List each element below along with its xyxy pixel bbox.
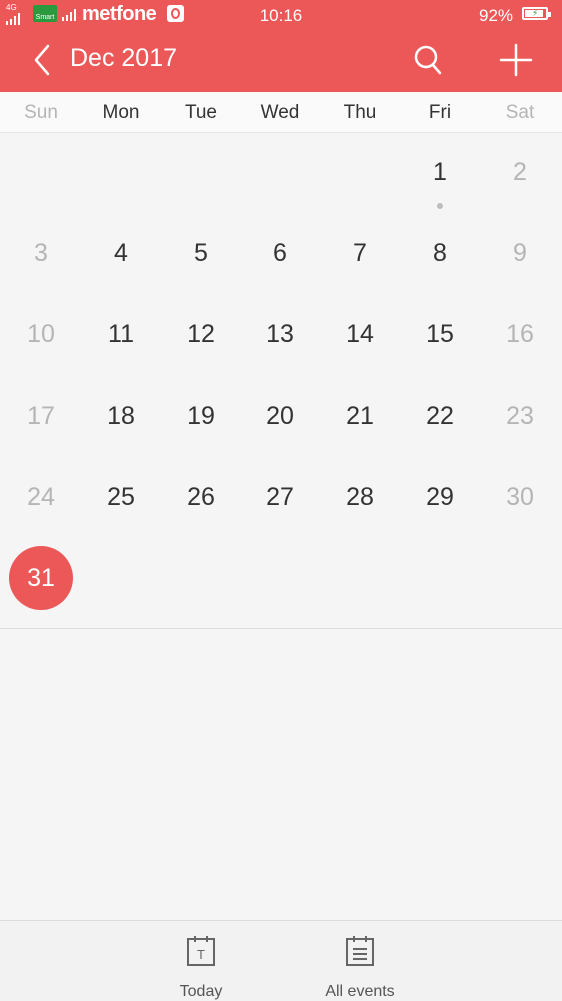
day-cell[interactable]: 19 [169,384,233,448]
search-icon [414,45,442,75]
day-cell-today[interactable]: 31 [9,546,73,610]
weekday-thu: Thu [343,102,377,123]
all-events-label: All events [325,983,395,1000]
weekday-sun: Sun [24,102,58,123]
add-event-button[interactable] [496,40,536,80]
day-cell[interactable]: 24 [9,465,73,529]
day-cell[interactable]: 22 [408,384,472,448]
app-header: Dec 2017 [0,28,562,92]
bottom-nav: T Today All events [0,920,562,1001]
day-cell[interactable]: 11 [89,302,153,366]
day-cell[interactable]: 15 [408,302,472,366]
battery-percent: 92% [479,6,514,25]
grid-divider [0,628,562,629]
today-icon-letter: T [197,947,205,962]
day-cell[interactable]: 20 [248,384,312,448]
back-button[interactable] [26,42,60,78]
day-cell[interactable]: 16 [488,302,552,366]
event-list-icon [346,936,374,966]
chevron-left-icon [34,44,50,76]
day-cell[interactable]: 30 [488,465,552,529]
status-bar: 4G Smart metfone 10:16 92% ⚡ [0,0,562,28]
day-cell[interactable]: 25 [89,465,153,529]
search-button[interactable] [409,40,445,80]
day-cell[interactable]: 10 [9,302,73,366]
top-bar: 4G Smart metfone 10:16 92% ⚡ Dec 2017 [0,0,562,92]
day-cell[interactable]: 17 [9,384,73,448]
today-label: Today [179,983,223,1000]
day-cell[interactable]: 4 [89,221,153,285]
day-cell[interactable]: 1 [408,140,472,204]
weekday-fri: Fri [428,102,452,123]
weekday-mon: Mon [102,102,140,123]
day-cell[interactable]: 29 [408,465,472,529]
event-indicator [437,203,443,209]
day-cell[interactable]: 28 [328,465,392,529]
day-cell[interactable]: 23 [488,384,552,448]
day-cell[interactable]: 9 [488,221,552,285]
day-cell[interactable]: 7 [328,221,392,285]
weekday-header: Sun Mon Tue Wed Thu Fri Sat [0,92,562,133]
day-cell[interactable]: 13 [248,302,312,366]
day-cell[interactable]: 5 [169,221,233,285]
day-cell[interactable]: 12 [169,302,233,366]
day-cell[interactable]: 21 [328,384,392,448]
day-cell[interactable]: 18 [89,384,153,448]
charging-icon: ⚡ [532,8,539,18]
day-cell[interactable]: 6 [248,221,312,285]
status-time: 10:16 [259,6,303,25]
month-title[interactable]: Dec 2017 [70,44,177,73]
weekday-sat: Sat [505,102,535,123]
weekday-wed: Wed [260,102,300,123]
day-cell[interactable]: 26 [169,465,233,529]
today-tab[interactable]: T Today [141,931,261,1000]
battery-icon: ⚡ [522,7,551,20]
day-cell[interactable]: 27 [248,465,312,529]
today-icon: T [187,936,215,966]
plus-icon [499,43,533,77]
day-cell[interactable]: 14 [328,302,392,366]
weekday-tue: Tue [184,102,218,123]
all-events-tab[interactable]: All events [300,931,420,1000]
calendar-grid: 1 2 3 4 5 6 7 8 9 10 11 12 13 14 15 16 17 18 19 20 21 22 23 24 2… [0,132,562,628]
day-cell[interactable]: 2 [488,140,552,204]
day-cell[interactable]: 8 [408,221,472,285]
day-cell[interactable]: 3 [9,221,73,285]
